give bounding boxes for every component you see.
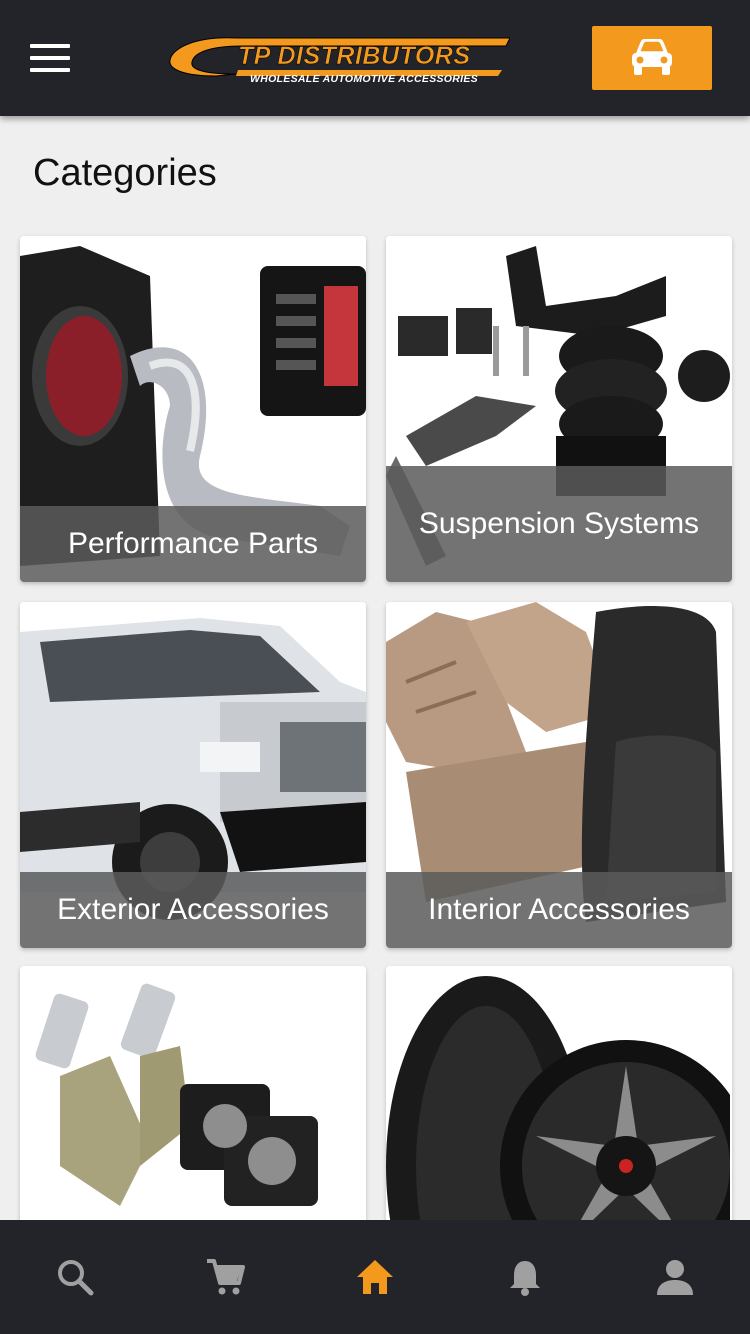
nav-cart[interactable] [150, 1220, 300, 1334]
account-icon [657, 1260, 693, 1295]
category-card-performance-parts[interactable]: Performance Parts [20, 236, 366, 582]
nav-home[interactable] [300, 1220, 450, 1334]
brand-logo[interactable]: TP DISTRIBUTORS WHOLESALE AUTOMOTIVE ACC… [166, 30, 510, 90]
nav-search[interactable] [0, 1220, 150, 1334]
car-icon [632, 39, 672, 75]
page-title: Categories [33, 152, 217, 194]
cart-icon [207, 1259, 245, 1295]
search-icon [58, 1260, 94, 1296]
nav-account[interactable] [600, 1220, 750, 1334]
category-card-exterior-accessories[interactable]: Exterior Accessories [20, 602, 366, 948]
category-card-interior-accessories[interactable]: Interior Accessories [386, 602, 732, 948]
category-label: Suspension Systems [386, 466, 732, 582]
category-label: Interior Accessories [386, 872, 732, 948]
logo-wordmark: TP DISTRIBUTORS [238, 42, 471, 71]
bottom-navigation [0, 1220, 750, 1334]
home-icon [357, 1260, 393, 1294]
category-card-suspension-systems[interactable]: Suspension Systems [386, 236, 732, 582]
bell-icon [510, 1261, 540, 1296]
logo-tagline: WHOLESALE AUTOMOTIVE ACCESSORIES [250, 73, 478, 85]
category-label: Exterior Accessories [20, 872, 366, 948]
top-app-bar: TP DISTRIBUTORS WHOLESALE AUTOMOTIVE ACC… [0, 0, 750, 116]
nav-notifications[interactable] [450, 1220, 600, 1334]
hamburger-menu-icon[interactable] [30, 44, 70, 72]
vehicle-select-button[interactable] [592, 26, 712, 90]
category-label: Performance Parts [20, 506, 366, 582]
